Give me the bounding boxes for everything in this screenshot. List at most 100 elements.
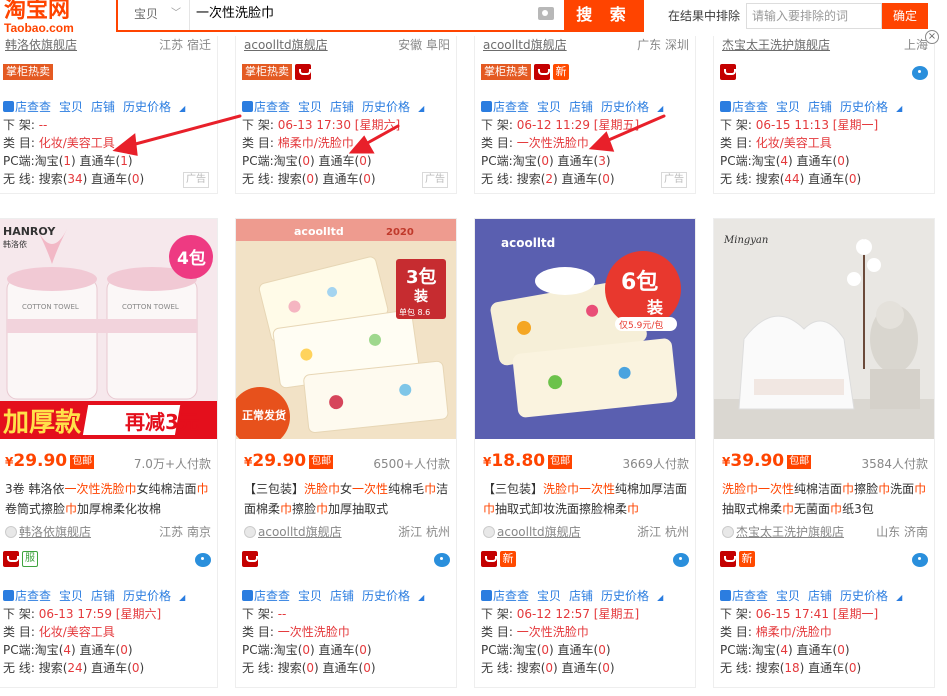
wireless-label: 无 线: <box>720 661 752 675</box>
wangwang-icon[interactable] <box>912 553 928 567</box>
exclude-confirm-button[interactable]: 确定 <box>882 3 928 29</box>
pc-label: PC端: <box>720 643 752 657</box>
category-label: 类 目: <box>481 625 513 639</box>
product-photo-acoolltd-3pack: acoolltd 2020 3包 装 单包 8.6 正常发货 <box>236 219 456 439</box>
product-title[interactable]: 洗脸巾一次性纯棉洁面巾擦脸巾洗面巾抽取式棉柔巾无菌面巾纸3包 <box>722 479 928 519</box>
search-button[interactable]: 搜 索 <box>564 0 644 32</box>
store-check-link[interactable]: 店查查 <box>254 589 290 603</box>
title-seg: 女纯棉洁面 <box>136 482 197 496</box>
free-shipping-badge: 包邮 <box>787 455 812 469</box>
category-value[interactable]: 棉柔巾/洗脸巾 <box>756 625 832 639</box>
delist-label: 下 架: <box>720 607 752 621</box>
title-seg: 洗面 <box>890 482 915 496</box>
shop-tool-link[interactable]: 店铺 <box>569 589 593 603</box>
category-value[interactable]: 一次性洗脸巾 <box>278 625 350 639</box>
location: 浙江 杭州 <box>398 525 450 539</box>
title-seg-hl: 巾 <box>782 502 795 516</box>
arrow-2-head <box>348 135 375 154</box>
taobao-logo[interactable]: 淘宝网 Taobao.com <box>4 0 114 36</box>
product-card-3[interactable]: acoolltd 6包 装 仅5.9元/包 ¥18.80 包邮 3669人付款 【… <box>474 218 696 688</box>
product-title[interactable]: 【三包装】洗脸巾女一次性纯棉毛巾洁面棉柔巾擦脸巾加厚抽取式 <box>244 479 450 519</box>
wl-search-count: 24 <box>67 661 83 675</box>
title-seg-hl: 巾 <box>627 502 640 516</box>
wangwang-icon[interactable] <box>195 553 211 567</box>
title-seg: 加厚抽取式 <box>328 502 389 516</box>
shop-link[interactable]: acoolltd旗舰店 <box>497 525 581 539</box>
category-value[interactable]: 化妆/美容工具 <box>39 625 115 639</box>
arrow-1-line <box>126 114 242 148</box>
shop-tool-link[interactable]: 店铺 <box>330 589 354 603</box>
title-seg: 纯棉洁面 <box>794 482 843 496</box>
shop-link[interactable]: acoolltd旗舰店 <box>258 525 342 539</box>
pc-label: PC端: <box>3 643 35 657</box>
store-check-link[interactable]: 店查查 <box>15 589 51 603</box>
item-link[interactable]: 宝贝 <box>59 589 83 603</box>
store-check-link[interactable]: 店查查 <box>732 589 768 603</box>
product-title[interactable]: 【三包装】洗脸巾一次性纯棉加厚洁面巾抽取式卸妆洗面擦脸棉柔巾 <box>483 479 689 519</box>
category-select[interactable]: 宝贝 ﹀ <box>118 0 190 30</box>
title-seg: 【三包装】 <box>483 482 544 496</box>
item-link[interactable]: 宝贝 <box>298 589 322 603</box>
wangwang-icon[interactable] <box>673 553 689 567</box>
title-seg-hl: 巾 <box>830 502 843 516</box>
search-input[interactable]: 一次性洗脸巾 <box>196 0 274 30</box>
wl-ztc-count: 0 <box>602 661 610 675</box>
product-title[interactable]: 3卷 韩洛依一次性洗脸巾女纯棉洁面巾卷筒式擦脸巾加厚棉柔化妆棉 <box>5 479 211 519</box>
camera-icon[interactable] <box>538 7 554 20</box>
delist-value: 06-12 12:57 [星期五] <box>516 607 640 621</box>
category-value[interactable]: 一次性洗脸巾 <box>517 625 589 639</box>
exclude-input[interactable]: 请输入要排除的词 <box>746 3 882 29</box>
location: 浙江 杭州 <box>637 525 689 539</box>
product-card-1[interactable]: COTTON TOWEL COTTON TOWEL HANROY 韩洛依 4包 … <box>0 218 218 688</box>
shop-link[interactable]: 杰宝太王洗护旗舰店 <box>736 525 844 539</box>
wl-ztc-count: 0 <box>363 661 371 675</box>
product-card-2[interactable]: acoolltd 2020 3包 装 单包 8.6 正常发货 ¥29.90 包邮 … <box>235 218 457 688</box>
wl-ztc-count: 0 <box>848 661 857 675</box>
wireless-label: 无 线: <box>481 661 513 675</box>
wl-search-count: 0 <box>306 661 315 675</box>
title-seg-hl: 巾 <box>424 482 437 496</box>
price-value: 18.80 <box>491 451 546 471</box>
tmall-icon <box>720 551 736 567</box>
price-value: 29.90 <box>252 451 307 471</box>
shop-row: 杰宝太王洗护旗舰店 山东 济南 <box>722 523 928 541</box>
shop-icon <box>483 526 495 538</box>
category-row: 类 目: 一次性洗脸巾 <box>481 623 693 641</box>
title-seg: 擦脸 <box>292 502 317 516</box>
store-check-link[interactable]: 店查查 <box>493 589 529 603</box>
item-link[interactable]: 宝贝 <box>776 589 800 603</box>
product-image[interactable]: acoolltd 2020 3包 装 单包 8.6 正常发货 <box>236 219 456 439</box>
title-seg-hl: 巾 <box>914 482 927 496</box>
wangwang-icon[interactable] <box>434 553 450 567</box>
shop-link[interactable]: 韩洛依旗舰店 <box>19 525 91 539</box>
delist-row: 下 架: -- <box>242 605 454 623</box>
pc-taobao-label: 淘宝 <box>34 643 59 657</box>
price: ¥29.90 <box>5 451 68 471</box>
product-card-4[interactable]: Mingyan ¥39.90 包邮 3584人付款 洗脸巾一次性纯棉洁面巾擦脸巾洗… <box>713 218 935 688</box>
pc-row: PC端:淘宝(4) 直通车(0) <box>720 643 850 657</box>
title-seg-hl: 巾 <box>280 502 293 516</box>
img-badge-top: 6包 <box>621 269 658 295</box>
product-image[interactable]: acoolltd 6包 装 仅5.9元/包 <box>475 219 695 439</box>
arrow-3-line <box>602 114 666 144</box>
category-row: 类 目: 化妆/美容工具 <box>3 623 215 641</box>
img-text-sub: 再减3元 <box>125 410 199 434</box>
shop-tool-link[interactable]: 店铺 <box>808 589 832 603</box>
product-image[interactable]: Mingyan <box>714 219 934 439</box>
product-image[interactable]: COTTON TOWEL COTTON TOWEL HANROY 韩洛依 4包 … <box>0 219 217 439</box>
wl-search-label: 搜索 <box>277 661 302 675</box>
store-check-icon <box>242 590 253 601</box>
pc-ztc-label: 直通车 <box>796 643 833 657</box>
price-history-link[interactable]: 历史价格 <box>362 589 410 603</box>
close-icon[interactable]: × <box>925 30 939 44</box>
product-photo-mingyan: Mingyan <box>714 219 934 439</box>
price-history-link[interactable]: 历史价格 <box>601 589 649 603</box>
price-history-link[interactable]: 历史价格 <box>123 589 171 603</box>
shop-tool-link[interactable]: 店铺 <box>91 589 115 603</box>
item-link[interactable]: 宝贝 <box>537 589 561 603</box>
wl-search-count: 18 <box>784 661 800 675</box>
price-row: ¥18.80 包邮 3669人付款 <box>483 451 689 473</box>
img-label-1: COTTON TOWEL <box>22 303 79 311</box>
price-history-link[interactable]: 历史价格 <box>840 589 888 603</box>
title-seg: 无菌面 <box>794 502 831 516</box>
